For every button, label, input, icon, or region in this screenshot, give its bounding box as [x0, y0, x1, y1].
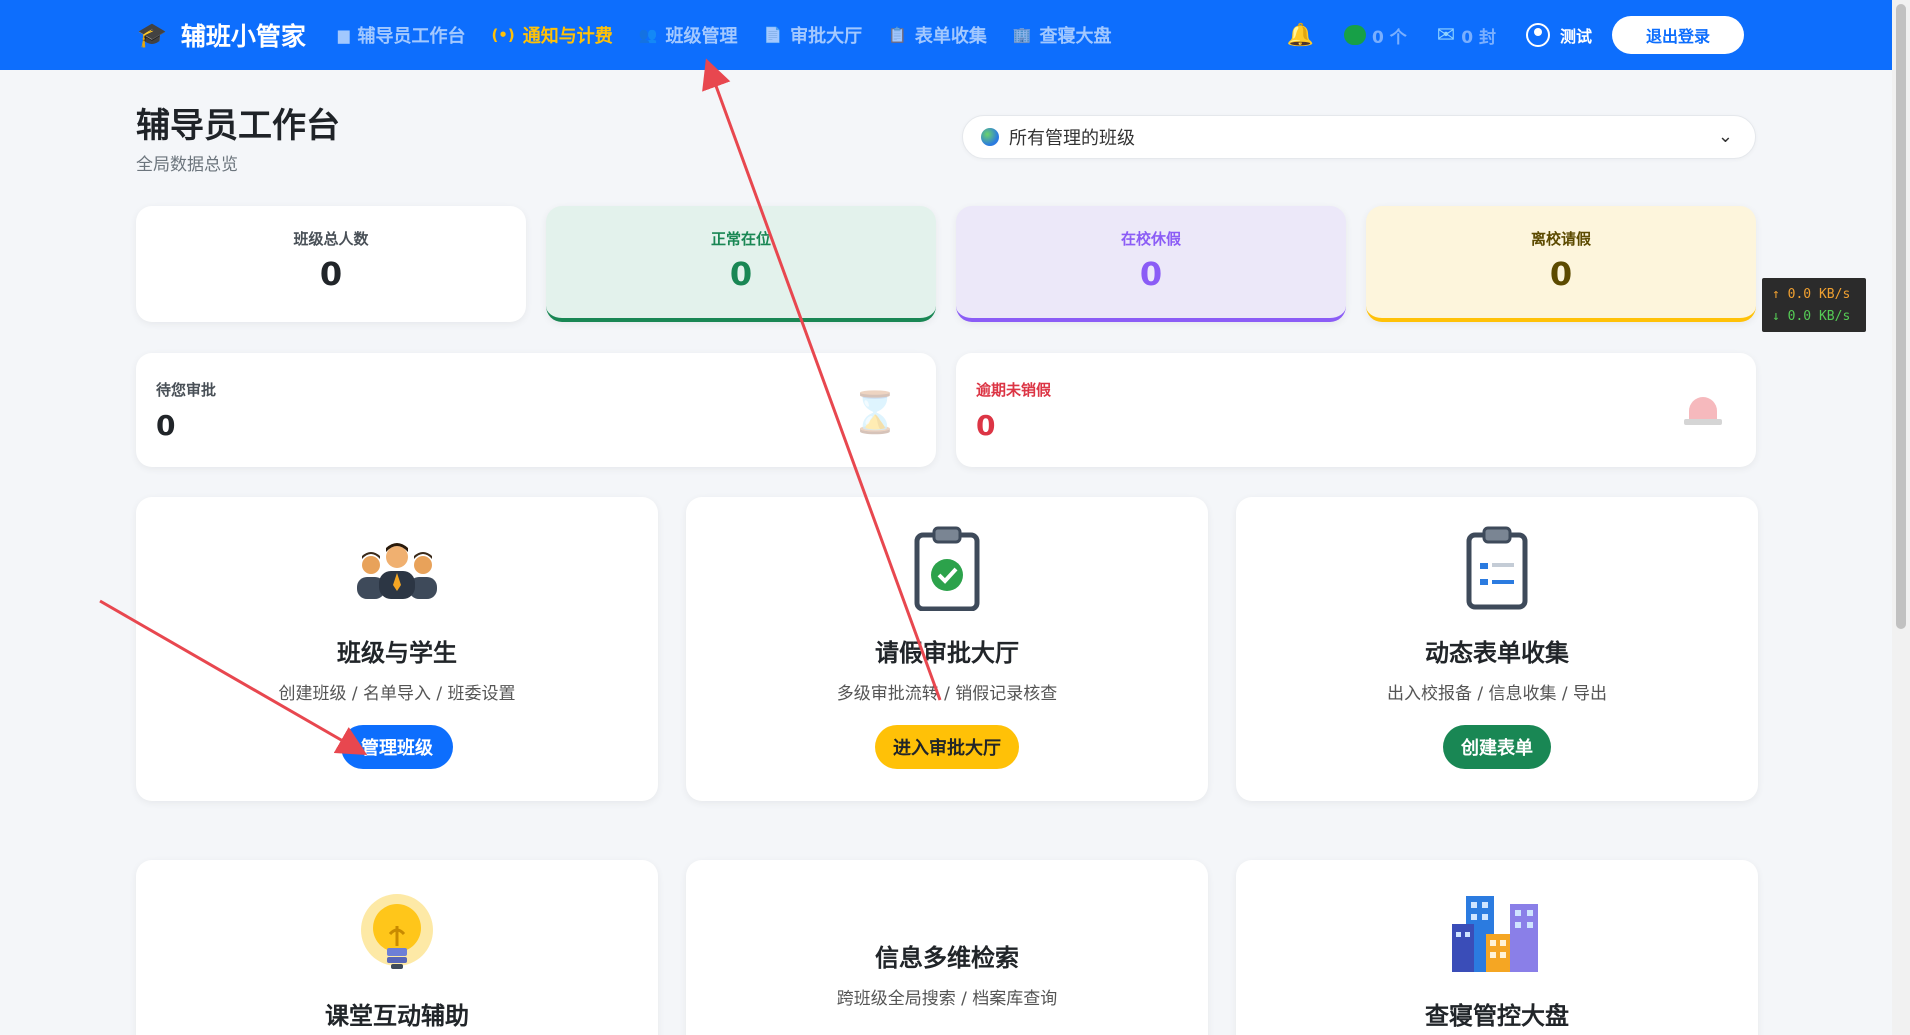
siren-icon	[1684, 393, 1722, 425]
module-title: 查寝管控大盘	[1425, 1002, 1569, 1030]
module-multi-search: 信息多维检索 跨班级全局搜索 / 档案库查询	[686, 860, 1208, 1035]
module-title: 信息多维检索	[875, 944, 1019, 972]
document-icon: 📄	[763, 26, 783, 44]
create-form-button[interactable]: 创建表单	[1443, 725, 1551, 769]
brand-name: 辅班小管家	[180, 22, 306, 51]
module-desc: 跨班级全局搜索 / 档案库查询	[836, 989, 1058, 1009]
pending-approval-card[interactable]: 待您审批 0 ⌛	[136, 353, 936, 467]
chevron-down-icon: ⌄	[1717, 126, 1733, 147]
page-subtitle: 全局数据总览	[136, 155, 238, 175]
upload-speed: ↑ 0.0 KB/s	[1772, 287, 1851, 302]
stat-label: 正常在位	[710, 230, 771, 248]
stat-value: 0	[319, 255, 343, 293]
nav-item-form-collection[interactable]: 📋 表单收集	[888, 22, 987, 48]
stat-value: 0	[1549, 255, 1573, 293]
hourglass-icon: ⌛	[850, 390, 900, 436]
mail-icon: ✉	[1436, 22, 1456, 48]
user-avatar-icon	[1525, 23, 1550, 47]
nav-item-class-management[interactable]: 👥 班级管理	[639, 22, 738, 48]
module-classroom-interaction: 课堂互动辅助	[136, 860, 658, 1035]
bell-icon[interactable]: 🔔	[1287, 23, 1314, 48]
stat-off-campus-leave: 离校请假 0	[1366, 206, 1756, 322]
module-dynamic-forms: 动态表单收集 出入校报备 / 信息收集 / 导出 创建表单	[1236, 497, 1758, 801]
nav-item-dashboard[interactable]: ▆ 辅导员工作台	[338, 22, 466, 48]
overdue-leave-card[interactable]: 逾期未销假 0	[956, 353, 1756, 467]
pending-value: 0	[156, 409, 176, 442]
module-desc: 创建班级 / 名单导入 / 班委设置	[278, 684, 516, 704]
building-icon: 🏢	[1012, 26, 1032, 44]
stat-value: 0	[1139, 255, 1163, 293]
wechat-badge[interactable]: 0 个	[1344, 23, 1407, 48]
stat-label: 离校请假	[1530, 230, 1591, 248]
overdue-value: 0	[976, 409, 996, 442]
stat-total-students: 班级总人数 0	[136, 206, 526, 322]
form-icon: 📋	[888, 26, 907, 44]
nav-label: 通知与计费	[522, 26, 613, 47]
download-speed: ↓ 0.0 KB/s	[1772, 309, 1851, 324]
nav-item-approval-hall[interactable]: 📄 审批大厅	[763, 22, 862, 48]
main-nav: ▆ 辅导员工作台 (•) 通知与计费 👥 班级管理 📄 审批大厅 📋 表单收集 …	[338, 22, 1138, 48]
module-title: 动态表单收集	[1425, 639, 1569, 667]
page-scrollbar[interactable]	[1892, 0, 1910, 1035]
pending-label: 待您审批	[156, 381, 217, 399]
nav-label: 表单收集	[914, 26, 987, 47]
network-speed-widget: ↑ 0.0 KB/s ↓ 0.0 KB/s	[1762, 278, 1866, 332]
wechat-count: 0 个	[1372, 27, 1407, 48]
stat-label: 在校休假	[1120, 230, 1181, 248]
graduation-cap-icon: 🎓	[137, 21, 167, 49]
clipboard-form-icon	[1466, 526, 1528, 610]
dashboard-icon: ▆	[337, 26, 350, 44]
nav-label: 查寝大盘	[1039, 26, 1112, 47]
page-title: 辅导员工作台	[136, 106, 340, 146]
module-desc: 出入校报备 / 信息收集 / 导出	[1386, 684, 1608, 704]
module-dorm-dashboard: 查寝管控大盘	[1236, 860, 1758, 1035]
module-leave-approval: 请假审批大厅 多级审批流转 / 销假记录核查 进入审批大厅	[686, 497, 1208, 801]
module-desc: 多级审批流转 / 销假记录核查	[836, 684, 1058, 704]
top-navbar: 🎓 辅班小管家 ▆ 辅导员工作台 (•) 通知与计费 👥 班级管理 📄 审批大厅…	[0, 0, 1892, 70]
lightbulb-icon	[361, 894, 433, 969]
clipboard-check-icon	[914, 526, 980, 611]
nav-label: 审批大厅	[790, 26, 863, 47]
user-name: 测试	[1559, 27, 1592, 46]
manage-classes-button[interactable]: 管理班级	[341, 725, 453, 769]
stat-label: 班级总人数	[293, 230, 369, 248]
nav-right: 🔔 0 个 ✉ 0 封 测试 退出登录	[1287, 0, 1744, 70]
wechat-icon	[1344, 25, 1367, 45]
overdue-label: 逾期未销假	[976, 381, 1052, 399]
brand[interactable]: 🎓 辅班小管家	[137, 17, 306, 53]
module-title: 课堂互动辅助	[325, 1002, 469, 1030]
city-buildings-icon	[1452, 896, 1538, 972]
module-class-students: 班级与学生 创建班级 / 名单导入 / 班委设置 管理班级	[136, 497, 658, 801]
people-group-icon	[357, 543, 437, 599]
class-filter-select[interactable]: 所有管理的班级 ⌄	[962, 115, 1756, 159]
broadcast-icon: (•)	[491, 26, 515, 44]
enter-approval-hall-button[interactable]: 进入审批大厅	[875, 725, 1019, 769]
users-icon: 👥	[638, 26, 658, 44]
stat-on-campus-leave: 在校休假 0	[956, 206, 1346, 322]
nav-item-notify-billing[interactable]: (•) 通知与计费	[491, 22, 612, 48]
scrollbar-thumb[interactable]	[1896, 4, 1906, 629]
class-filter-value: 所有管理的班级	[1009, 128, 1135, 149]
nav-label: 班级管理	[665, 26, 738, 47]
user-menu[interactable]: 测试	[1525, 23, 1592, 47]
module-title: 请假审批大厅	[875, 639, 1019, 667]
module-title: 班级与学生	[337, 639, 457, 667]
mail-count: 0 封	[1461, 27, 1496, 48]
nav-item-dorm-check[interactable]: 🏢 查寝大盘	[1013, 22, 1112, 48]
stat-normal-present: 正常在位 0	[546, 206, 936, 322]
logout-button[interactable]: 退出登录	[1612, 16, 1744, 54]
globe-icon	[981, 128, 999, 146]
nav-label: 辅导员工作台	[357, 26, 466, 47]
stat-value: 0	[729, 255, 753, 293]
mail-badge[interactable]: ✉ 0 封	[1437, 23, 1496, 48]
